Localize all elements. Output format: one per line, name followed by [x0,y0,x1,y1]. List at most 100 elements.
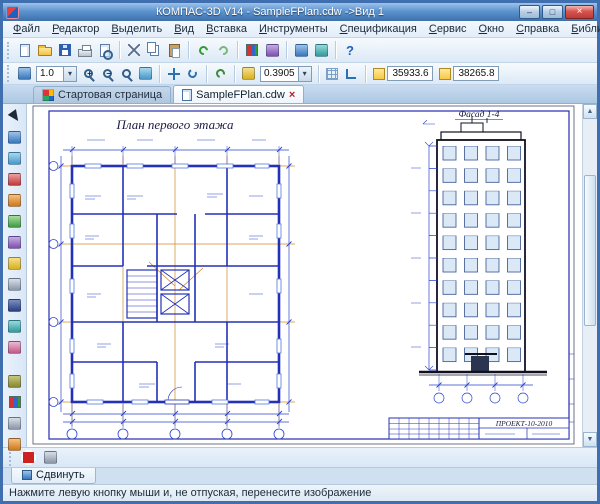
pan-command-label: Сдвинуть [36,469,85,481]
open-document-icon[interactable] [35,40,55,60]
statusbar: Нажмите левую кнопку мыши и, не отпуская… [3,484,597,501]
menu-specification[interactable]: Спецификация [334,22,423,36]
zoom-out-icon[interactable]: − [98,65,117,83]
toolbar-grip[interactable] [7,65,11,82]
property-bar [3,447,597,467]
minimize-button[interactable]: – [519,5,540,19]
applications-panel-icon[interactable] [5,413,25,433]
svg-text:ПРОЕКТ-10-2010: ПРОЕКТ-10-2010 [495,419,553,428]
geometry-panel-icon[interactable] [5,127,25,147]
maximize-button[interactable]: □ [542,5,563,19]
save-icon[interactable] [55,40,75,60]
toolbar-grip[interactable] [7,42,11,59]
menu-service[interactable]: Сервис [423,22,473,36]
print-icon[interactable] [75,40,95,60]
close-button[interactable]: × [565,5,594,19]
tab-start-label: Стартовая страница [58,89,162,101]
cursor-step-dropdown[interactable]: ▾ [298,67,311,81]
rotate-view-icon[interactable] [183,65,202,83]
print-preview-icon[interactable] [95,40,115,60]
toolbar-separator [188,41,189,59]
selection-panel-icon[interactable] [5,274,25,294]
zoom-in-icon[interactable]: + [79,65,98,83]
zoom-combo[interactable]: 1.0 ▾ [36,66,77,82]
vertical-scrollbar[interactable]: ▲ ▼ [582,104,597,447]
redo-icon[interactable] [213,40,233,60]
spelling-icon[interactable] [311,40,331,60]
toolbar-separator [365,65,366,83]
menu-editor[interactable]: Редактор [46,22,105,36]
toolbar-separator [206,65,207,83]
tab-close-icon[interactable]: × [289,90,295,100]
refresh-view-icon[interactable] [211,65,230,83]
cursor-y-field[interactable]: 38265.8 [439,66,499,82]
command-help-icon[interactable] [40,448,60,468]
menubar: Файл Редактор Выделить Вид Вставка Инстр… [3,21,597,38]
scroll-down-icon[interactable]: ▼ [583,432,597,447]
drawing-canvas[interactable]: План первого этажа [27,104,582,447]
cut-icon[interactable] [124,40,144,60]
view-manager-icon[interactable] [15,65,34,83]
library-panel-icon[interactable] [5,392,25,412]
grid-icon[interactable] [323,65,342,83]
undo-icon[interactable] [193,40,213,60]
scroll-up-icon[interactable]: ▲ [583,104,597,119]
designations-panel-icon[interactable] [5,169,25,189]
measurement-panel-icon[interactable] [5,253,25,273]
paste-icon[interactable] [164,40,184,60]
titlebar[interactable]: КОМПАС-3D V14 - SampleFPlan.cdw ->Вид 1 … [3,3,597,21]
menu-libraries[interactable]: Библиотеки [565,22,600,36]
status-message: Нажмите левую кнопку мыши и, не отпуская… [9,487,371,499]
standard-toolbar: ? [3,38,597,63]
menu-file[interactable]: Файл [7,22,46,36]
tab-start-page[interactable]: Стартовая страница [33,86,171,103]
start-page-icon [42,89,54,101]
menu-select[interactable]: Выделить [105,22,168,36]
svg-text:План первого этажа: План первого этажа [115,117,234,132]
scrollbar-track[interactable] [583,119,597,432]
dimensions-panel-icon[interactable] [5,148,25,168]
document-tabbar: Стартовая страница SampleFPlan.cdw × [3,85,597,104]
ortho-mode-icon[interactable] [342,65,361,83]
editing-panel-icon[interactable] [5,211,25,231]
settings-panel-icon[interactable] [5,434,25,454]
cursor-step-combo[interactable]: 0.3905 ▾ [260,66,312,82]
cursor-step-icon[interactable] [239,65,258,83]
zoom-fit-icon[interactable] [136,65,155,83]
tab-document[interactable]: SampleFPlan.cdw × [173,85,304,103]
menu-window[interactable]: Окно [473,22,511,36]
copy-icon[interactable] [144,40,164,60]
insertion-panel-icon[interactable] [5,337,25,357]
document-properties-icon[interactable] [291,40,311,60]
zoom-combo-value: 1.0 [37,68,63,79]
library-manager-icon[interactable] [242,40,262,60]
coordinate-y-icon [439,68,451,80]
toolbar-separator [318,65,319,83]
view-toolbar: 1.0 ▾ + − 0.3905 ▾ 35933.6 38265.8 [3,63,597,85]
pan-icon[interactable] [164,65,183,83]
reports-panel-icon[interactable] [5,316,25,336]
drawing-area[interactable]: План первого этажа [27,104,597,447]
variables-icon[interactable] [262,40,282,60]
pointer-tool-icon[interactable] [5,106,25,126]
stop-command-icon[interactable] [21,450,36,465]
zoom-area-icon[interactable] [117,65,136,83]
toolbar-separator [119,41,120,59]
zoom-combo-dropdown[interactable]: ▾ [63,67,76,81]
new-document-icon[interactable] [15,40,35,60]
specification-panel-icon[interactable] [5,295,25,315]
menu-view[interactable]: Вид [168,22,200,36]
title-block: ПРОЕКТ-10-2010 [389,418,569,439]
window-title: КОМПАС-3D V14 - SampleFPlan.cdw ->Вид 1 [23,6,517,18]
menu-help[interactable]: Справка [510,22,565,36]
macro-panel-icon[interactable] [5,371,25,391]
parameterization-panel-icon[interactable] [5,232,25,252]
building-designations-panel-icon[interactable] [5,190,25,210]
menu-tools[interactable]: Инструменты [253,22,334,36]
cursor-x-field[interactable]: 35933.6 [373,66,433,82]
property-tabs: Сдвинуть [3,467,597,484]
tab-pan-command[interactable]: Сдвинуть [11,468,96,484]
scrollbar-thumb[interactable] [584,175,596,325]
help-icon[interactable]: ? [340,40,360,60]
menu-insert[interactable]: Вставка [200,22,253,36]
